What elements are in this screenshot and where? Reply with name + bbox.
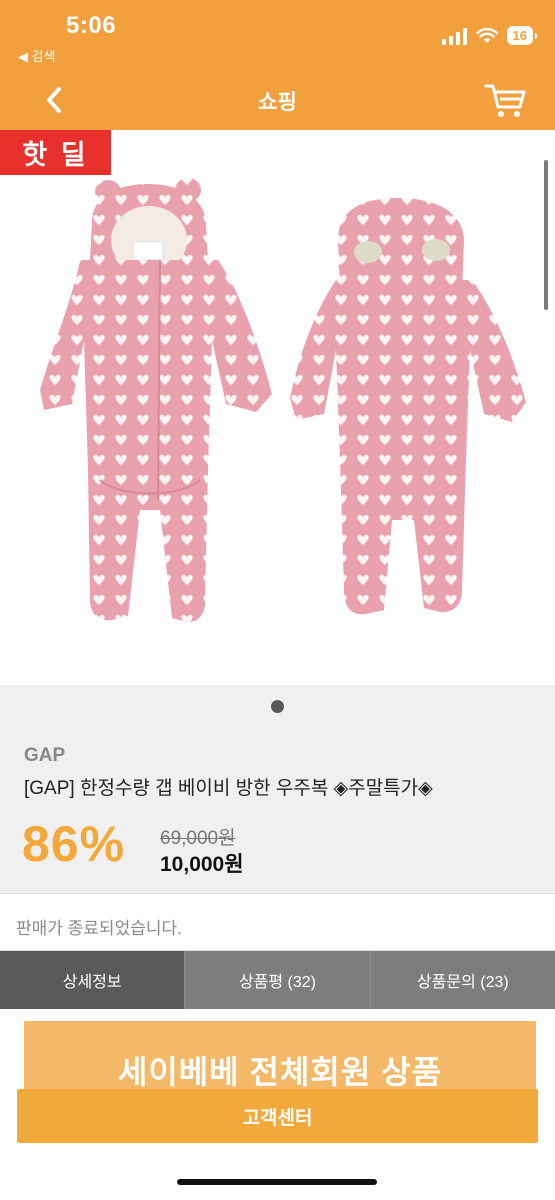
wifi-icon [475,27,498,43]
cart-icon [484,84,526,117]
status-time: 5:06 [66,12,117,39]
battery-icon: 16 [506,26,538,45]
discount-rate: 86% [22,816,126,872]
snowsuit-front [40,178,272,623]
page-title: 쇼핑 [258,91,297,114]
sold-out-notice: 판매가 종료되었습니다. [0,893,555,951]
tab-questions[interactable]: 상품문의 (23) [369,951,555,1009]
promo-banner-text: 세이베베 전체회원 상품 [117,1054,443,1090]
header: 쇼핑 [0,70,555,130]
image-pager-dot[interactable] [271,700,284,713]
status-bar: 5:06 ◀ 검색 16 [0,0,555,70]
cart-button[interactable] [483,80,527,120]
tab-reviews[interactable]: 상품평 (32) [184,951,369,1009]
original-price: 69,000원 [160,828,236,849]
snowsuit-back [290,198,526,615]
product-tabs: 상세정보 상품평 (32) 상품문의 (23) [0,951,555,1009]
hot-deal-badge: 핫 딜 [0,130,111,175]
product-info: GAP [GAP] 한정수량 갭 베이비 방한 우주복 ◈주말특가◈ 86% 6… [0,685,555,893]
sold-out-text: 판매가 종료되었습니다. [16,919,182,938]
sale-price: 10,000원 [160,853,244,876]
signal-icon [441,27,467,45]
tab-details[interactable]: 상세정보 [0,951,185,1009]
product-brand: GAP [24,745,66,766]
product-title: [GAP] 한정수량 갭 베이비 방한 우주복 ◈주말특가◈ [24,778,433,799]
customer-service-button[interactable]: 고객센터 [17,1089,538,1143]
status-icons: 16 [441,26,538,45]
scrollbar[interactable] [544,160,548,310]
home-indicator[interactable] [177,1179,377,1185]
back-to-app-link[interactable]: ◀ 검색 [18,46,56,65]
product-photo [40,178,526,623]
product-image[interactable]: 핫 딜 [0,130,555,685]
